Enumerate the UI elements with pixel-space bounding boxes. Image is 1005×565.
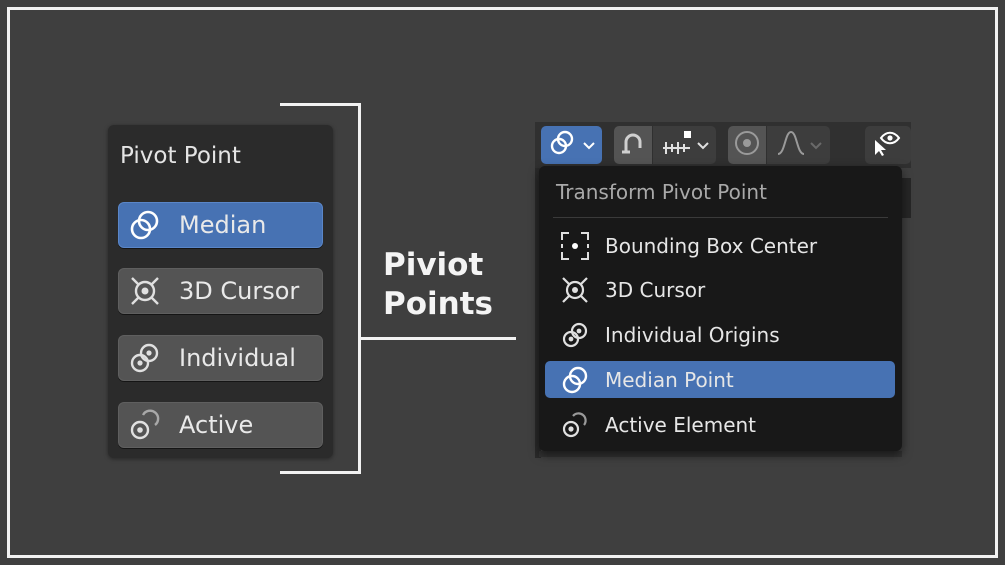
menu-item-label: 3D Cursor	[605, 277, 706, 302]
menu-item-label: Bounding Box Center	[605, 233, 818, 258]
bracket-line	[280, 471, 361, 474]
chevron-down-icon	[696, 136, 710, 155]
button-label: Median	[179, 211, 267, 239]
pivot-point-dropdown[interactable]	[541, 126, 602, 164]
button-label: Active	[179, 411, 254, 439]
bounding-box-center-icon	[557, 228, 593, 264]
menu-item-active-element[interactable]: Active Element	[545, 406, 895, 443]
menu-item-individual-origins[interactable]: Individual Origins	[545, 316, 895, 353]
eye-cursor-icon	[871, 128, 905, 162]
proportional-editing-toggle[interactable]	[728, 126, 766, 164]
menu-item-3d-cursor[interactable]: 3D Cursor	[545, 271, 895, 308]
falloff-dropdown[interactable]	[767, 126, 830, 164]
menu-item-bounding-box-center[interactable]: Bounding Box Center	[545, 227, 895, 264]
snap-target-dropdown[interactable]	[653, 126, 716, 164]
pivot-point-menu: Transform Pivot Point Bounding Box Cente…	[539, 166, 902, 451]
bracket-line	[358, 103, 361, 474]
button-label: 3D Cursor	[179, 277, 300, 305]
median-point-icon	[557, 362, 593, 398]
panel-title: Pivot Point	[120, 143, 241, 169]
falloff-curve-icon	[775, 128, 809, 162]
individual-button[interactable]: Individual	[118, 335, 323, 381]
menu-item-median-point[interactable]: Median Point	[545, 361, 895, 398]
active-button[interactable]: Active	[118, 402, 323, 448]
individual-origins-icon	[557, 317, 593, 353]
menu-item-label: Median Point	[605, 367, 734, 392]
viewport-background	[539, 451, 902, 457]
median-point-icon	[125, 205, 165, 245]
pivot-point-panel: Pivot Point Median 3D Cursor Individual …	[108, 125, 333, 458]
proportional-editing-icon	[732, 128, 762, 162]
active-element-icon	[557, 407, 593, 443]
chevron-down-icon	[582, 136, 596, 155]
menu-item-label: Individual Origins	[605, 322, 780, 347]
snap-increment-icon	[660, 128, 696, 162]
menu-title: Transform Pivot Point	[556, 180, 767, 204]
viewport-background	[902, 178, 911, 218]
magnet-icon	[618, 128, 648, 162]
3d-cursor-button[interactable]: 3D Cursor	[118, 268, 323, 314]
bracket-line	[280, 103, 361, 106]
callout-line-1: Piviot	[383, 247, 484, 283]
3d-cursor-icon	[557, 272, 593, 308]
snap-toggle[interactable]	[614, 126, 652, 164]
connector-line	[361, 337, 516, 340]
selectability-visibility-dropdown[interactable]	[865, 126, 911, 164]
menu-item-label: Active Element	[605, 412, 757, 437]
button-label: Individual	[179, 344, 296, 372]
median-point-icon	[548, 128, 582, 162]
chevron-down-icon	[809, 136, 823, 155]
individual-origins-icon	[125, 338, 165, 378]
menu-separator	[553, 217, 888, 218]
active-element-icon	[125, 405, 165, 445]
viewport-header-toolbar	[535, 122, 911, 168]
median-button[interactable]: Median	[118, 202, 323, 248]
callout-text: Piviot Points	[383, 246, 493, 324]
3d-cursor-icon	[125, 271, 165, 311]
callout-line-2: Points	[383, 286, 493, 322]
